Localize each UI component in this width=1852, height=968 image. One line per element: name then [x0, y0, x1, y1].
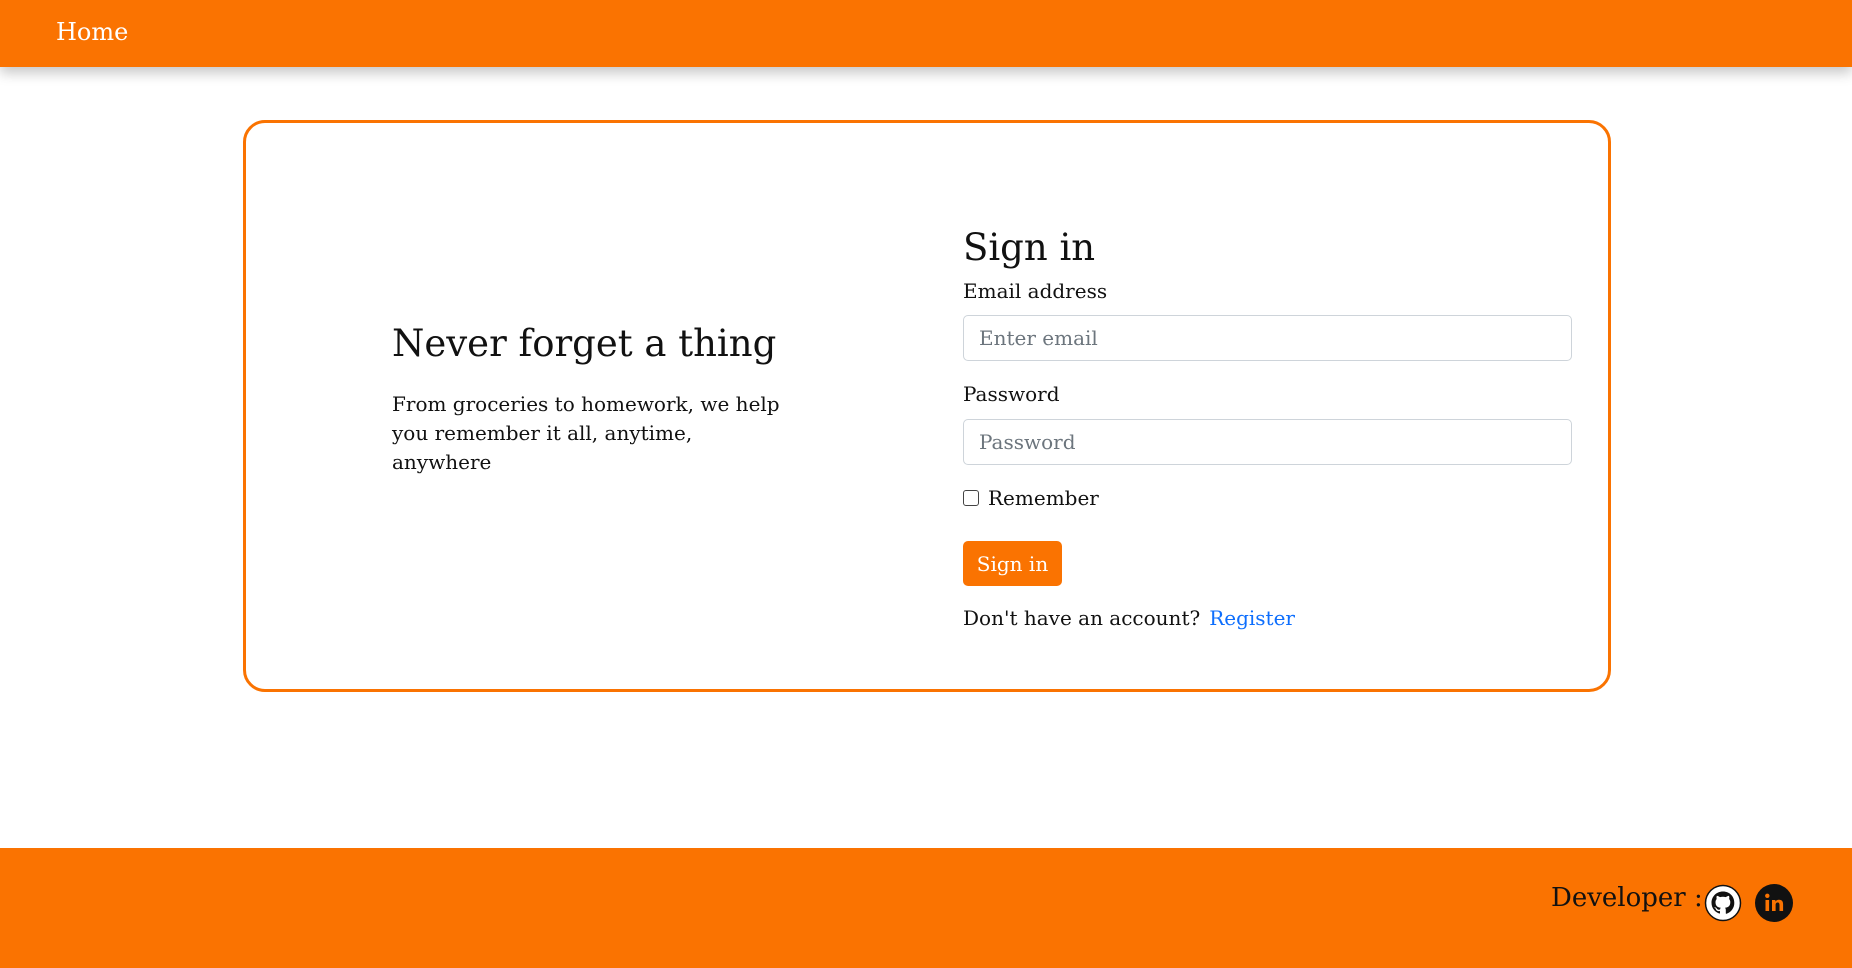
- email-label: Email address: [963, 279, 1108, 303]
- signin-button[interactable]: Sign in: [963, 541, 1062, 586]
- nav-home-link[interactable]: Home: [56, 18, 128, 46]
- hero-text: From groceries to homework, we help you …: [392, 392, 780, 474]
- footer: Developer :: [0, 848, 1852, 968]
- signin-title: Sign in: [963, 226, 1096, 269]
- navbar: Home: [0, 0, 1852, 67]
- register-link[interactable]: Register: [1209, 606, 1295, 630]
- password-field[interactable]: [963, 419, 1572, 465]
- remember-label: Remember: [988, 486, 1099, 510]
- remember-checkbox[interactable]: [963, 490, 979, 506]
- github-icon[interactable]: [1704, 884, 1742, 922]
- email-field[interactable]: [963, 315, 1572, 361]
- developer-label: Developer :: [1551, 883, 1703, 913]
- password-label: Password: [963, 382, 1060, 406]
- remember-row: Remember: [963, 486, 1099, 510]
- hero-title: Never forget a thing: [392, 322, 777, 365]
- no-account-text: Don't have an account?: [963, 606, 1201, 630]
- linkedin-icon[interactable]: [1755, 884, 1793, 922]
- register-row: Don't have an account? Register: [963, 606, 1295, 630]
